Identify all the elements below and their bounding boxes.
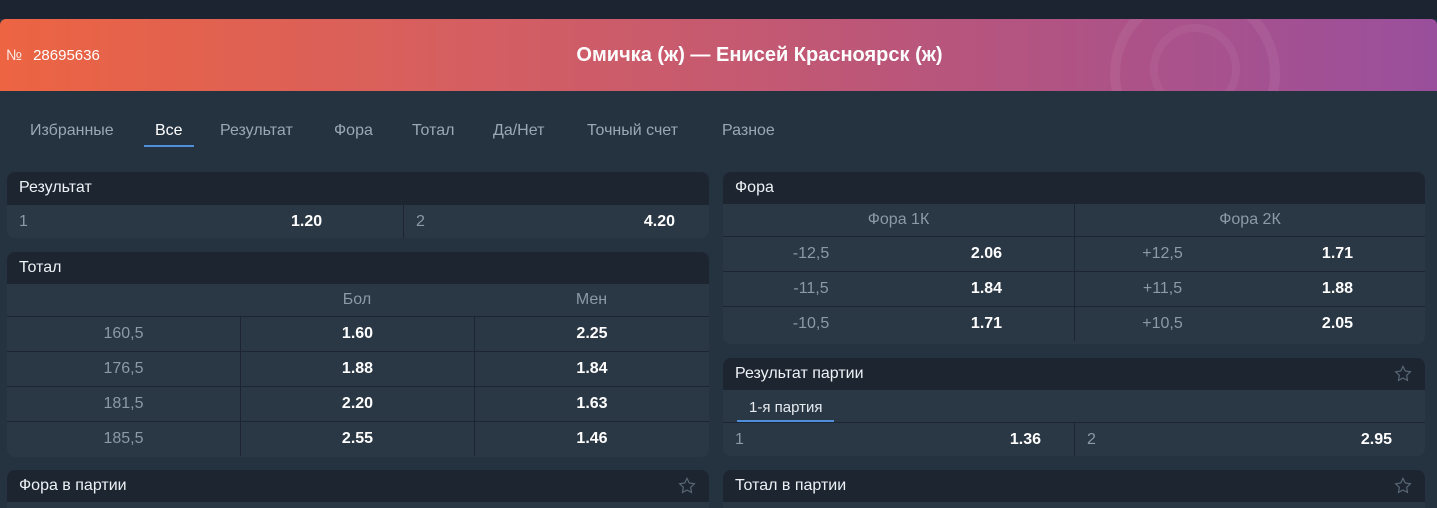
total-under-odd[interactable]: 1.46 [474, 422, 709, 456]
set-outcome-1[interactable]: 1 1.36 [723, 423, 1074, 456]
tab-handicap[interactable]: Фора [334, 112, 373, 147]
total-row: 185,5 2.55 1.46 [7, 421, 709, 456]
total-line: 176,5 [103, 360, 144, 377]
handicap-line-1: -11,5 [723, 272, 899, 306]
top-strip [0, 0, 1437, 19]
total-under-odd[interactable]: 1.63 [474, 387, 709, 421]
result-row: 1 2 4.20 [7, 204, 709, 238]
market-set-total: Тотал в партии [723, 470, 1425, 508]
total-over-odd[interactable]: 2.55 [240, 422, 474, 456]
match-title: Омичка (ж) — Енисей Красноярск (ж) [576, 43, 943, 66]
handicap-value: -11,5 [793, 280, 829, 297]
outcome-odd[interactable]: 1.20 [291, 213, 322, 231]
total-under-odd[interactable]: 2.25 [474, 317, 709, 351]
outcome-1[interactable]: 1 [7, 205, 403, 238]
star-outline-icon[interactable] [1393, 364, 1413, 384]
market-handicap: Фора Фора 1К Фора 2К -12,5 2.06 +12,5 1.… [723, 172, 1425, 344]
tab-exact-score[interactable]: Точный счет [587, 112, 678, 147]
total-row: 176,5 1.88 1.84 [7, 351, 709, 386]
handicap-value: +12,5 [1142, 245, 1183, 262]
handicap-odd-2[interactable]: 1.71 [1250, 237, 1425, 271]
outcome-label: 2 [416, 212, 425, 230]
set-subtabs: 1-я партия [723, 390, 1425, 422]
handicap-value: -12,5 [792, 245, 830, 262]
total-line: 185,5 [103, 430, 144, 447]
market-set-result-title: Результат партии [735, 365, 864, 382]
market-result: Результат 1 2 4.20 1.20 [7, 172, 709, 238]
under-column-header: Мен [575, 291, 608, 308]
star-outline-icon[interactable] [677, 476, 697, 496]
handicap-value: -10,5 [792, 315, 830, 332]
handicap-odd-1[interactable]: 1.71 [899, 307, 1074, 341]
handicap-row: -10,5 1.71 +10,5 2.05 [723, 306, 1425, 341]
total-over-odd[interactable]: 1.60 [240, 317, 474, 351]
handicap-line-1: -10,5 [723, 307, 899, 341]
handicap-odd-1[interactable]: 2.06 [899, 237, 1074, 271]
total-under-odd[interactable]: 1.84 [474, 352, 709, 386]
star-outline-icon[interactable] [1393, 476, 1413, 496]
tab-misc[interactable]: Разное [722, 112, 775, 147]
outcome-2[interactable]: 2 4.20 [403, 205, 709, 238]
total-line: 160,5 [103, 325, 144, 342]
handicap-odd-1[interactable]: 1.84 [899, 272, 1074, 306]
tab-yes-no[interactable]: Да/Нет [493, 112, 544, 147]
tab-result[interactable]: Результат [220, 112, 293, 147]
outcome-odd: 4.20 [643, 212, 675, 230]
total-over-odd[interactable]: 2.20 [240, 387, 474, 421]
handicap-team1-header: Фора 1К [867, 211, 930, 228]
total-line: 181,5 [103, 395, 144, 412]
total-row: 181,5 2.20 1.63 [7, 386, 709, 421]
handicap-team2-header: Фора 2К [1074, 204, 1425, 236]
handicap-column-header: Фора 1К Фора 2К [723, 204, 1425, 236]
handicap-odd-2[interactable]: 2.05 [1250, 307, 1425, 341]
market-set-result-header: Результат партии [723, 358, 1425, 390]
market-total-title: Тотал [7, 252, 709, 284]
total-row: 160,5 1.60 2.25 [7, 316, 709, 351]
outcome-label: 1 [735, 430, 744, 448]
over-column-header: Бол [342, 291, 372, 308]
market-set-result: Результат партии 1-я партия 1 1.36 2 2.9… [723, 358, 1425, 456]
handicap-row: -11,5 1.84 +11,5 1.88 [723, 271, 1425, 306]
set-result-row: 1 1.36 2 2.95 [723, 422, 1425, 456]
set-outcome-2[interactable]: 2 2.95 [1074, 423, 1425, 456]
outcome-label: 1 [19, 212, 28, 230]
market-set-handicap-header: Фора в партии [7, 470, 709, 502]
line-column-header [7, 284, 240, 316]
handicap-value: +11,5 [1142, 280, 1183, 297]
subtab-set-1[interactable]: 1-я партия [737, 396, 835, 422]
handicap-value: +10,5 [1142, 315, 1183, 332]
market-set-handicap: Фора в партии [7, 470, 709, 508]
handicap-line-2: +12,5 [1074, 237, 1250, 271]
market-set-total-title: Тотал в партии [735, 477, 847, 494]
market-set-total-header: Тотал в партии [723, 470, 1425, 502]
handicap-line-1: -12,5 [723, 237, 899, 271]
handicap-line-2: +11,5 [1074, 272, 1250, 306]
outcome-odd: 2.95 [1360, 430, 1392, 448]
market-handicap-title: Фора [723, 172, 1425, 204]
tab-all[interactable]: Все [144, 112, 194, 147]
market-tabs: Избранные Все Результат Фора Тотал Да/Не… [0, 112, 900, 152]
market-result-title: Результат [7, 172, 709, 204]
outcome-odd: 1.36 [1009, 430, 1041, 448]
tab-favorites[interactable]: Избранные [30, 112, 114, 147]
market-total: Тотал Бол Мен 160,5 1.60 2.25 176,5 1.88… [7, 252, 709, 457]
handicap-row: -12,5 2.06 +12,5 1.71 [723, 236, 1425, 271]
total-over-odd[interactable]: 1.88 [240, 352, 474, 386]
match-banner: № 28695636 Омичка (ж) — Енисей Красноярс… [0, 19, 1437, 91]
market-set-handicap-title: Фора в партии [19, 477, 127, 494]
total-column-header: Бол Мен [7, 284, 709, 316]
outcome-label: 2 [1087, 430, 1096, 448]
tab-total[interactable]: Тотал [412, 112, 454, 147]
handicap-line-2: +10,5 [1074, 307, 1250, 341]
handicap-odd-2[interactable]: 1.88 [1250, 272, 1425, 306]
